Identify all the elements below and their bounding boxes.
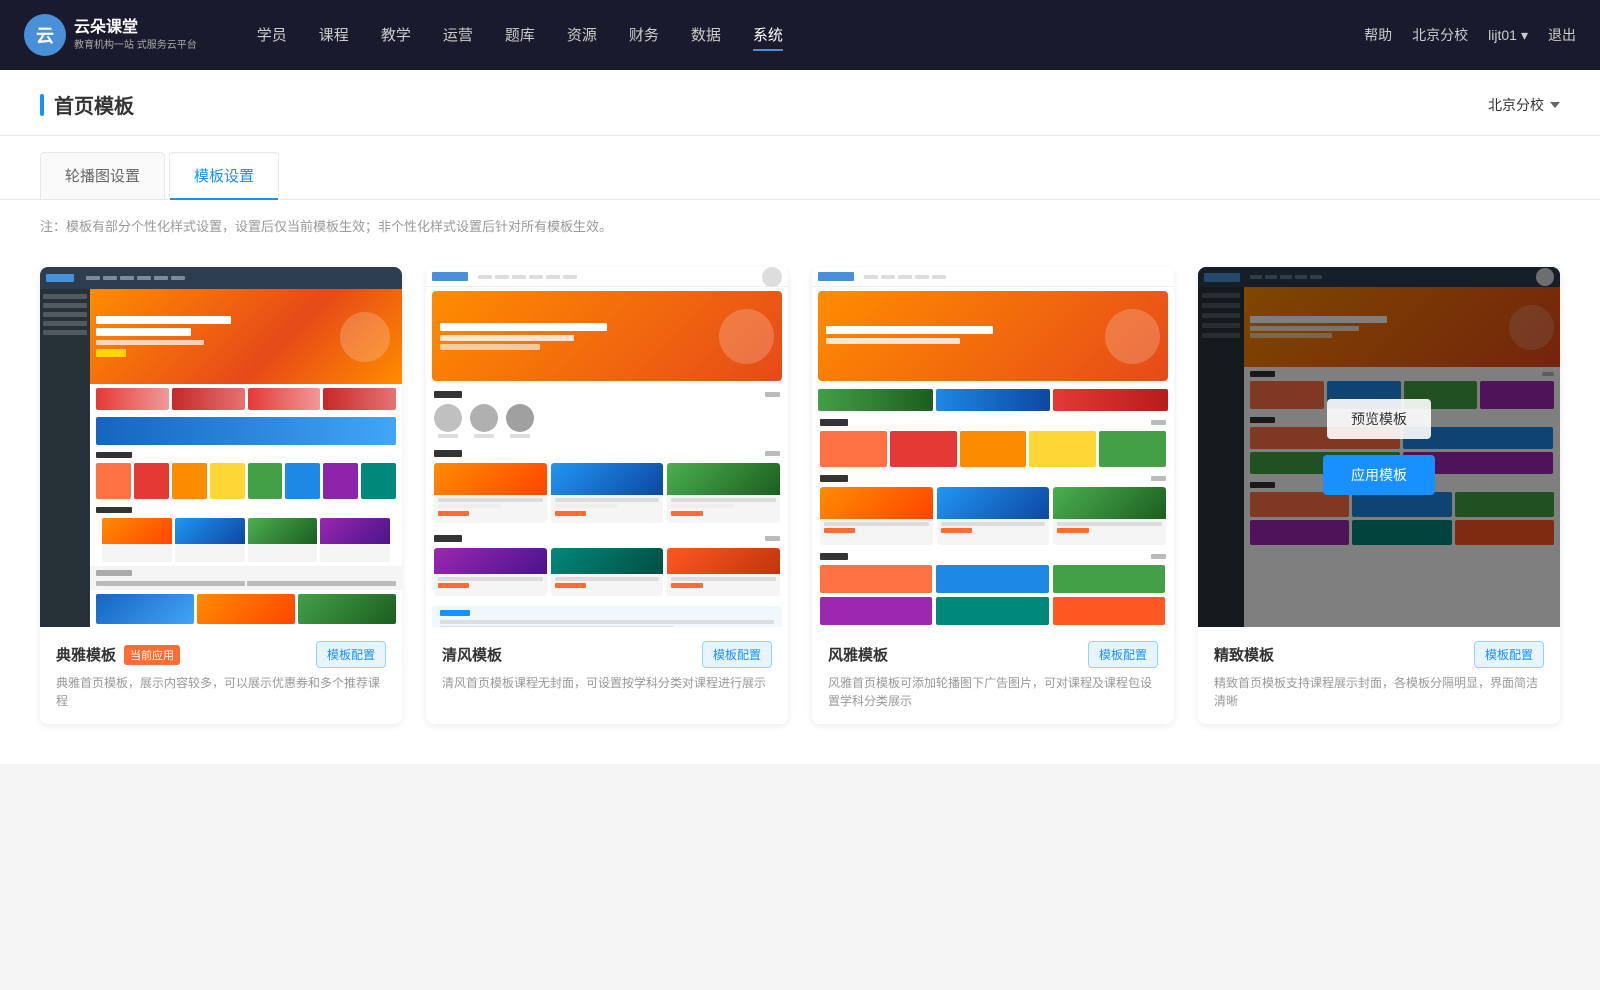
page-header: 首页模板 北京分校: [0, 70, 1600, 136]
config-button-exquisite[interactable]: 模板配置: [1474, 641, 1544, 668]
current-badge-elegant: 当前应用: [124, 645, 180, 665]
nav-logo: 云 云朵课堂 教育机构一站 式服务云平台: [24, 14, 197, 56]
template-name-elegant2: 风雅模板: [828, 644, 888, 665]
nav-item-system[interactable]: 系统: [753, 20, 783, 51]
template-name-clean: 清风模板: [442, 644, 502, 665]
template-card-clean: 清风模板 模板配置 清风首页模板课程无封面，可设置按学科分类对课程进行展示: [426, 267, 788, 724]
tab-carousel[interactable]: 轮播图设置: [40, 152, 165, 199]
branch-selector-nav[interactable]: 北京分校: [1412, 25, 1468, 45]
template-info-elegant: 典雅模板 当前应用 模板配置 典雅首页模板，展示内容较多，可以展示优惠券和多个推…: [40, 627, 402, 724]
logo-text: 云朵课堂 教育机构一站 式服务云平台: [74, 18, 197, 52]
template-desc-clean: 清风首页模板课程无封面，可设置按学科分类对课程进行展示: [442, 674, 772, 692]
nav-item-students[interactable]: 学员: [257, 20, 287, 51]
template-card-exquisite: 预览模板 应用模板 精致模板 模板配置 精致首页模板支持课程展示封面，各模板分隔…: [1198, 267, 1560, 724]
templates-grid: 典雅模板 当前应用 模板配置 典雅首页模板，展示内容较多，可以展示优惠券和多个推…: [0, 251, 1600, 764]
page-title: 首页模板: [54, 90, 134, 119]
tab-template[interactable]: 模板设置: [169, 152, 279, 200]
nav-item-teaching[interactable]: 教学: [381, 20, 411, 51]
template-preview-elegant2[interactable]: [812, 267, 1174, 627]
template-overlay-exquisite: 预览模板 应用模板: [1198, 267, 1560, 627]
page-title-wrap: 首页模板: [40, 90, 134, 135]
template-desc-elegant2: 风雅首页模板可添加轮播图下广告图片，可对课程及课程包设置学科分类展示: [828, 674, 1158, 710]
template-card-elegant: 典雅模板 当前应用 模板配置 典雅首页模板，展示内容较多，可以展示优惠券和多个推…: [40, 267, 402, 724]
template-card-elegant2: 风雅模板 模板配置 风雅首页模板可添加轮播图下广告图片，可对课程及课程包设置学科…: [812, 267, 1174, 724]
template-name-exquisite: 精致模板: [1214, 644, 1274, 665]
chevron-down-icon: [1550, 102, 1560, 108]
apply-button-exquisite[interactable]: 应用模板: [1323, 455, 1435, 495]
note-text: 注：模板有部分个性化样式设置，设置后仅当前模板生效；非个性化样式设置后针对所有模…: [0, 200, 1600, 251]
preview-button-exquisite[interactable]: 预览模板: [1327, 399, 1431, 439]
template-desc-exquisite: 精致首页模板支持课程展示封面，各模板分隔明显，界面简洁清晰: [1214, 674, 1544, 710]
template-info-exquisite: 精致模板 模板配置 精致首页模板支持课程展示封面，各模板分隔明显，界面简洁清晰: [1198, 627, 1560, 724]
page-title-bar: [40, 94, 44, 116]
template-preview-clean[interactable]: [426, 267, 788, 627]
template-info-clean: 清风模板 模板配置 清风首页模板课程无封面，可设置按学科分类对课程进行展示: [426, 627, 788, 706]
nav-item-questions[interactable]: 题库: [505, 20, 535, 51]
template-preview-exquisite[interactable]: 预览模板 应用模板: [1198, 267, 1560, 627]
logout-link[interactable]: 退出: [1548, 25, 1576, 45]
help-link[interactable]: 帮助: [1364, 25, 1392, 45]
page-content: 首页模板 北京分校 轮播图设置 模板设置 注：模板有部分个性化样式设置，设置后仅…: [0, 70, 1600, 764]
template-desc-elegant: 典雅首页模板，展示内容较多，可以展示优惠券和多个推荐课程: [56, 674, 386, 710]
config-button-clean[interactable]: 模板配置: [702, 641, 772, 668]
nav-right: 帮助 北京分校 lijt01 ▾ 退出: [1364, 25, 1576, 45]
template-preview-elegant[interactable]: [40, 267, 402, 627]
config-button-elegant2[interactable]: 模板配置: [1088, 641, 1158, 668]
template-info-elegant2: 风雅模板 模板配置 风雅首页模板可添加轮播图下广告图片，可对课程及课程包设置学科…: [812, 627, 1174, 724]
nav-menu: 学员 课程 教学 运营 题库 资源 财务 数据 系统: [257, 20, 1364, 51]
nav-item-resources[interactable]: 资源: [567, 20, 597, 51]
nav-item-operations[interactable]: 运营: [443, 20, 473, 51]
branch-selector[interactable]: 北京分校: [1488, 95, 1560, 131]
nav-item-courses[interactable]: 课程: [319, 20, 349, 51]
tabs-container: 轮播图设置 模板设置: [0, 152, 1600, 200]
nav-item-data[interactable]: 数据: [691, 20, 721, 51]
logo-icon: 云: [24, 14, 66, 56]
navbar: 云 云朵课堂 教育机构一站 式服务云平台 学员 课程 教学 运营 题库 资源 财…: [0, 0, 1600, 70]
nav-item-finance[interactable]: 财务: [629, 20, 659, 51]
config-button-elegant[interactable]: 模板配置: [316, 641, 386, 668]
template-name-elegant: 典雅模板: [56, 644, 116, 665]
user-menu[interactable]: lijt01 ▾: [1488, 27, 1528, 44]
